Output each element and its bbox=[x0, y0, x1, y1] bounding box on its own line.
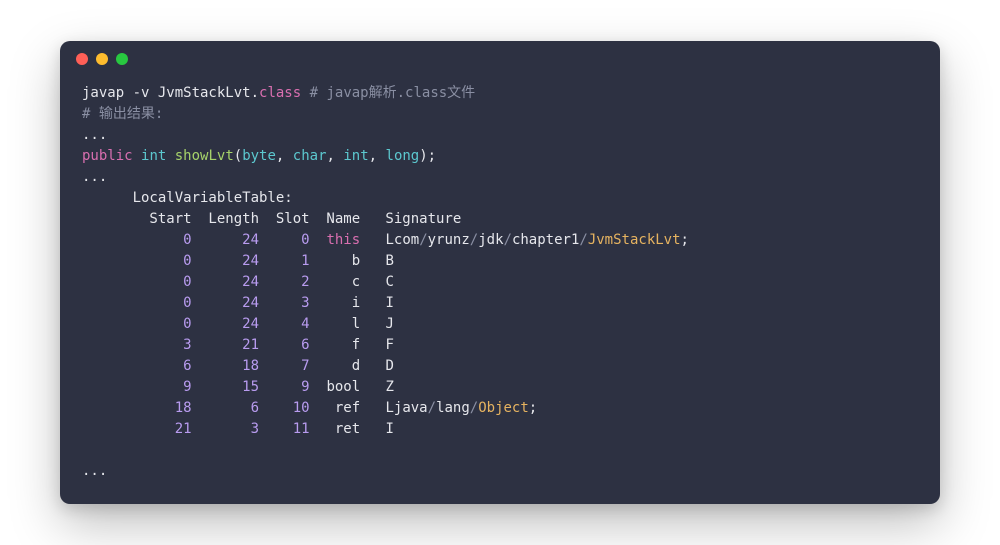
cell-length: 6 bbox=[192, 400, 259, 416]
keyword-class: class bbox=[259, 85, 301, 101]
cell-slot: 0 bbox=[259, 232, 310, 248]
sig-prefix: Lcom bbox=[385, 232, 419, 248]
cell-name: c bbox=[310, 274, 361, 290]
stage: javap -v JvmStackLvt.class # javap解析.cla… bbox=[0, 0, 1000, 545]
cmd-javap: javap -v JvmStackLvt bbox=[82, 85, 251, 101]
sig-segment: chapter1 bbox=[512, 232, 579, 248]
cell-signature: I bbox=[385, 295, 393, 311]
code-area: javap -v JvmStackLvt.class # javap解析.cla… bbox=[60, 77, 940, 504]
cell-signature: Z bbox=[385, 379, 393, 395]
cell-length: 24 bbox=[192, 253, 259, 269]
cell-signature: I bbox=[385, 421, 393, 437]
cell-name: this bbox=[310, 232, 361, 248]
cell-start: 0 bbox=[82, 274, 192, 290]
cell-start: 3 bbox=[82, 337, 192, 353]
close-icon[interactable] bbox=[76, 53, 88, 65]
ellipsis: ... bbox=[82, 169, 107, 185]
lvt-row: 0 24 1 b B bbox=[82, 251, 918, 272]
cell-length: 24 bbox=[192, 316, 259, 332]
lvt-row: 6 18 7 d D bbox=[82, 356, 918, 377]
cell-slot: 2 bbox=[259, 274, 310, 290]
keyword-public: public bbox=[82, 148, 133, 164]
cell-name: bool bbox=[310, 379, 361, 395]
cell-name: b bbox=[310, 253, 361, 269]
cell-slot: 10 bbox=[259, 400, 310, 416]
lvt-row: 0 24 4 l J bbox=[82, 314, 918, 335]
type-long: long bbox=[386, 148, 420, 164]
method-signature: public int showLvt(byte, char, int, long… bbox=[82, 146, 918, 167]
ellipsis: ... bbox=[82, 127, 107, 143]
method-name: showLvt bbox=[175, 148, 234, 164]
cell-slot: 1 bbox=[259, 253, 310, 269]
output-comment: # 输出结果: bbox=[82, 104, 918, 125]
cell-start: 0 bbox=[82, 232, 192, 248]
cell-name: f bbox=[310, 337, 361, 353]
ellipsis: ... bbox=[82, 461, 918, 482]
cell-signature: C bbox=[385, 274, 393, 290]
cell-name: i bbox=[310, 295, 361, 311]
cell-length: 3 bbox=[192, 421, 259, 437]
type-int: int bbox=[141, 148, 166, 164]
cell-slot: 7 bbox=[259, 358, 310, 374]
lvt-row: 3 21 6 f F bbox=[82, 335, 918, 356]
cell-slot: 11 bbox=[259, 421, 310, 437]
sig-segment: lang bbox=[436, 400, 470, 416]
sig-segment: jdk bbox=[478, 232, 503, 248]
cell-signature: B bbox=[385, 253, 393, 269]
lvt-row: 18 6 10 ref Ljava/lang/Object; bbox=[82, 398, 918, 419]
type-char: char bbox=[293, 148, 327, 164]
zoom-icon[interactable] bbox=[116, 53, 128, 65]
cell-signature: F bbox=[385, 337, 393, 353]
cell-start: 0 bbox=[82, 316, 192, 332]
minimize-icon[interactable] bbox=[96, 53, 108, 65]
cell-slot: 4 bbox=[259, 316, 310, 332]
cmd-line: javap -v JvmStackLvt.class # javap解析.cla… bbox=[82, 83, 918, 104]
cell-length: 24 bbox=[192, 232, 259, 248]
cell-name: l bbox=[310, 316, 361, 332]
type-int: int bbox=[343, 148, 368, 164]
cell-slot: 9 bbox=[259, 379, 310, 395]
cell-name: d bbox=[310, 358, 361, 374]
type-byte: byte bbox=[242, 148, 276, 164]
cell-length: 21 bbox=[192, 337, 259, 353]
lvt-row: 0 24 3 i I bbox=[82, 293, 918, 314]
window-titlebar bbox=[60, 41, 940, 77]
lvt-row: 0 24 0 this Lcom/yrunz/jdk/chapter1/JvmS… bbox=[82, 230, 918, 251]
cell-slot: 6 bbox=[259, 337, 310, 353]
cell-start: 6 bbox=[82, 358, 192, 374]
cell-start: 0 bbox=[82, 253, 192, 269]
cell-start: 21 bbox=[82, 421, 192, 437]
cmd-comment: # javap解析.class文件 bbox=[301, 85, 475, 101]
lvt-columns: Start Length Slot Name Signature bbox=[82, 209, 918, 230]
cell-signature: D bbox=[385, 358, 393, 374]
sig-segment: yrunz bbox=[428, 232, 470, 248]
cell-start: 18 bbox=[82, 400, 192, 416]
cell-start: 0 bbox=[82, 295, 192, 311]
lvt-row: 0 24 2 c C bbox=[82, 272, 918, 293]
sig-class: JvmStackLvt bbox=[588, 232, 681, 248]
cell-length: 18 bbox=[192, 358, 259, 374]
cell-signature: J bbox=[385, 316, 393, 332]
sig-class: Object bbox=[478, 400, 529, 416]
sig-prefix: Ljava bbox=[385, 400, 427, 416]
cell-length: 24 bbox=[192, 295, 259, 311]
lvt-row: 21 3 11 ret I bbox=[82, 419, 918, 440]
lvt-row: 9 15 9 bool Z bbox=[82, 377, 918, 398]
cell-name: ret bbox=[310, 421, 361, 437]
cell-length: 15 bbox=[192, 379, 259, 395]
cell-name: ref bbox=[310, 400, 361, 416]
cell-length: 24 bbox=[192, 274, 259, 290]
terminal-window: javap -v JvmStackLvt.class # javap解析.cla… bbox=[60, 41, 940, 504]
cell-slot: 3 bbox=[259, 295, 310, 311]
cell-start: 9 bbox=[82, 379, 192, 395]
lvt-header: LocalVariableTable: bbox=[82, 188, 918, 209]
